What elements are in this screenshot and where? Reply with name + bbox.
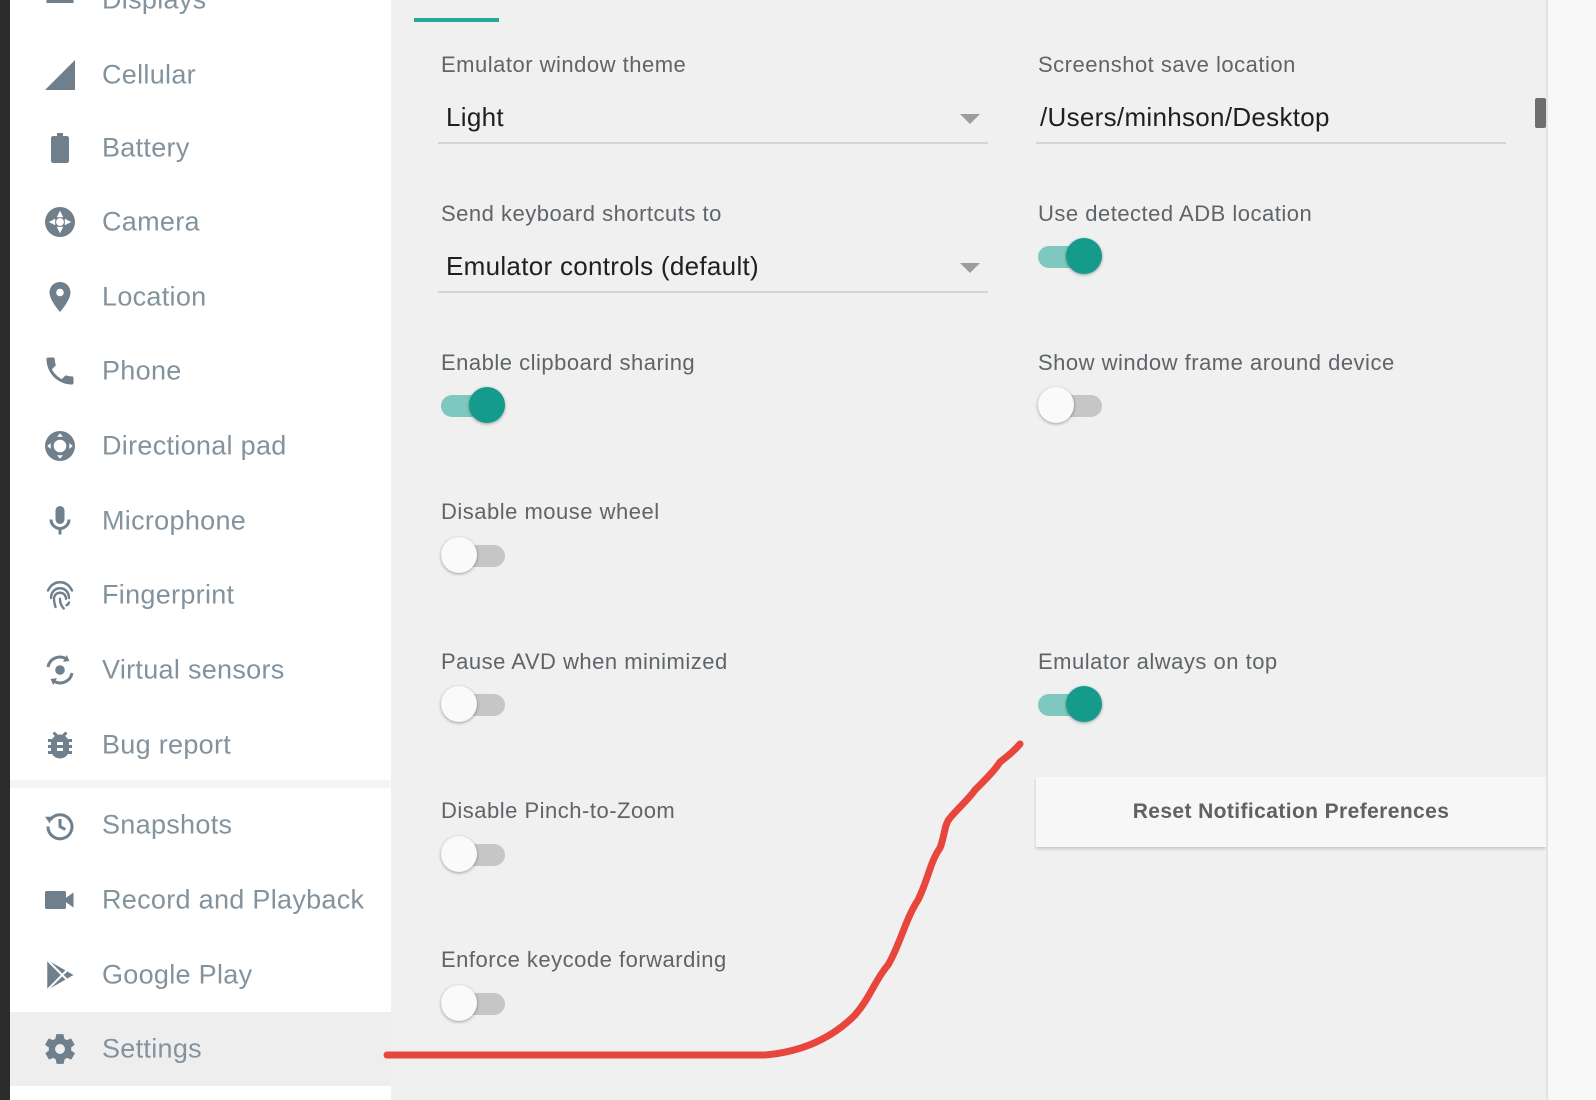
sidebar-item-virtual-sensors[interactable]: Virtual sensors (10, 633, 391, 707)
adb-location-label: Use detected ADB location (1038, 201, 1313, 226)
right-window-edge (1546, 0, 1596, 1100)
chevron-down-icon (960, 114, 980, 124)
sidebar-item-google-play[interactable]: Google Play (10, 938, 391, 1012)
screenshot-location-value: /Users/minhson/Desktop (1040, 102, 1330, 132)
fingerprint-icon (42, 577, 78, 613)
toggle-thumb (441, 836, 477, 872)
sidebar: Displays Cellular Battery Camera Locatio… (10, 0, 391, 1100)
sidebar-item-label: Directional pad (102, 430, 287, 461)
mouse-wheel-label: Disable mouse wheel (441, 499, 660, 524)
sidebar-item-label: Location (102, 281, 207, 312)
window-frame-label: Show window frame around device (1038, 350, 1395, 375)
always-on-top-toggle[interactable] (1038, 684, 1104, 724)
sidebar-item-record-and-playback[interactable]: Record and Playback (10, 863, 391, 937)
sidebar-item-label: Virtual sensors (102, 654, 285, 685)
location-pin-icon (42, 279, 78, 315)
sidebar-divider (10, 780, 391, 788)
toggle-thumb (441, 537, 477, 573)
window-frame-toggle[interactable] (1038, 385, 1104, 425)
dpad-icon (42, 428, 78, 464)
sidebar-item-bug-report[interactable]: Bug report (10, 708, 391, 782)
sidebar-item-label: Record and Playback (102, 884, 365, 915)
scrollbar-thumb[interactable] (1535, 98, 1546, 128)
theme-select[interactable]: Light (438, 88, 988, 144)
pinch-zoom-label: Disable Pinch-to-Zoom (441, 798, 676, 823)
sidebar-item-fingerprint[interactable]: Fingerprint (10, 558, 391, 632)
shortcuts-label: Send keyboard shortcuts to (441, 201, 722, 226)
pinch-zoom-toggle[interactable] (441, 834, 507, 874)
toggle-thumb (1066, 686, 1102, 722)
sidebar-item-cellular[interactable]: Cellular (10, 38, 391, 112)
sidebar-item-label: Phone (102, 355, 182, 386)
phone-icon (42, 353, 78, 389)
sidebar-item-label: Fingerprint (102, 579, 235, 610)
video-camera-icon (42, 882, 78, 918)
sidebar-item-displays[interactable]: Displays (10, 0, 391, 37)
sidebar-item-label: Microphone (102, 505, 247, 536)
sidebar-item-label: Displays (102, 0, 206, 16)
pause-avd-label: Pause AVD when minimized (441, 649, 728, 674)
theme-label: Emulator window theme (441, 52, 687, 77)
sidebar-item-snapshots[interactable]: Snapshots (10, 788, 391, 862)
toggle-thumb (441, 686, 477, 722)
theme-value: Light (446, 102, 504, 132)
microphone-icon (42, 503, 78, 539)
sidebar-item-label: Settings (102, 1033, 202, 1064)
gear-icon (42, 1031, 78, 1067)
history-icon (42, 807, 78, 843)
toggle-thumb (1038, 387, 1074, 423)
camera-shutter-icon (42, 204, 78, 240)
toggle-thumb (441, 985, 477, 1021)
rotate-sensor-icon (42, 652, 78, 688)
mouse-wheel-toggle[interactable] (441, 535, 507, 575)
shortcuts-select[interactable]: Emulator controls (default) (438, 237, 988, 293)
sidebar-item-microphone[interactable]: Microphone (10, 484, 391, 558)
sidebar-item-camera[interactable]: Camera (10, 185, 391, 259)
clipboard-sharing-toggle[interactable] (441, 385, 507, 425)
screenshot-location-label: Screenshot save location (1038, 52, 1296, 77)
sidebar-item-label: Camera (102, 206, 200, 237)
chevron-down-icon (960, 263, 980, 273)
clipboard-sharing-label: Enable clipboard sharing (441, 350, 696, 375)
screenshot-location-field[interactable]: /Users/minhson/Desktop (1036, 88, 1506, 144)
background-window-edge (0, 0, 10, 1100)
sidebar-item-battery[interactable]: Battery (10, 111, 391, 185)
sidebar-item-label: Snapshots (102, 809, 233, 840)
reset-notification-preferences-button[interactable]: Reset Notification Preferences (1036, 777, 1546, 847)
sidebar-item-settings[interactable]: Settings (10, 1012, 391, 1086)
bug-icon (42, 727, 78, 763)
toggle-thumb (469, 387, 505, 423)
sidebar-item-phone[interactable]: Phone (10, 334, 391, 408)
adb-location-toggle[interactable] (1038, 236, 1104, 276)
sidebar-item-directional-pad[interactable]: Directional pad (10, 409, 391, 483)
sidebar-item-label: Google Play (102, 959, 253, 990)
keycode-forwarding-toggle[interactable] (441, 983, 507, 1023)
displays-icon (42, 0, 78, 18)
sidebar-item-label: Bug report (102, 729, 232, 760)
cellular-signal-icon (42, 57, 78, 93)
active-tab-indicator (414, 18, 499, 22)
sidebar-item-label: Battery (102, 132, 190, 163)
shortcuts-value: Emulator controls (default) (446, 251, 760, 281)
battery-icon (42, 130, 78, 166)
sidebar-item-label: Cellular (102, 59, 196, 90)
pause-avd-toggle[interactable] (441, 684, 507, 724)
sidebar-item-location[interactable]: Location (10, 260, 391, 334)
settings-panel (391, 0, 1546, 1100)
play-store-icon (42, 957, 78, 993)
toggle-thumb (1066, 238, 1102, 274)
keycode-forwarding-label: Enforce keycode forwarding (441, 947, 727, 972)
always-on-top-label: Emulator always on top (1038, 649, 1278, 674)
